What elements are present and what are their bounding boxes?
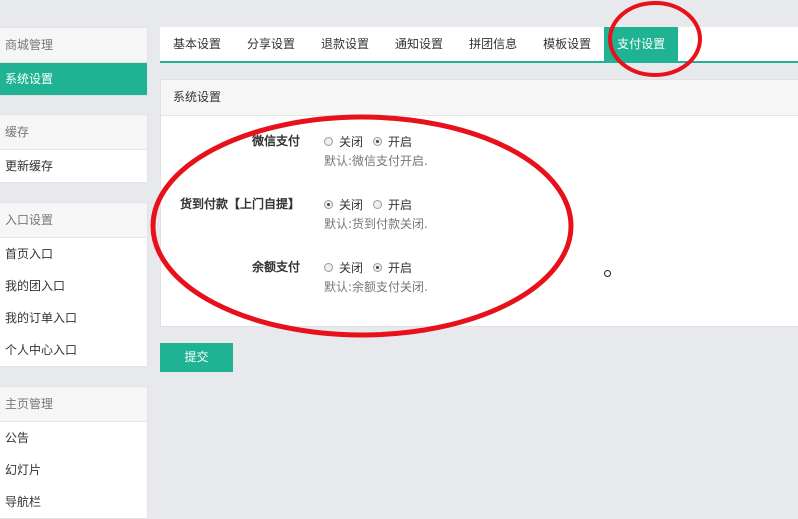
sidebar-group-home: 主页管理 公告 幻灯片 导航栏 (0, 386, 148, 519)
sidebar-item-my-group-entry[interactable]: 我的团入口 (0, 270, 147, 302)
radio-checked-icon[interactable] (373, 136, 383, 146)
setting-help-text: 默认:余额支付关闭. (324, 280, 428, 294)
radio-checked-icon[interactable] (324, 199, 333, 209)
tab-template-settings[interactable]: 模板设置 (530, 27, 604, 61)
radio-on[interactable]: 开启 (373, 259, 412, 276)
sidebar-group-title: 缓存 (0, 115, 147, 150)
mouse-cursor-icon (604, 270, 611, 277)
tab-payment-settings[interactable]: 支付设置 (604, 27, 679, 61)
sidebar-item-notice[interactable]: 公告 (0, 422, 147, 454)
sidebar: 商城管理 系统设置 缓存 更新缓存 入口设置 首页入口 我的团入口 我的订单入口… (0, 0, 148, 519)
panel-title: 系统设置 (161, 80, 798, 116)
radio-group: 关闭 开启 (324, 132, 422, 150)
tab-share-settings[interactable]: 分享设置 (234, 27, 308, 61)
sidebar-item-system-settings[interactable]: 系统设置 (0, 63, 147, 95)
settings-panel: 系统设置 微信支付 关闭 开启 默认:微信支付开启. 货到付款【上门自提】 关闭… (160, 79, 798, 327)
setting-help-text: 默认:货到付款关闭. (324, 217, 428, 231)
radio-circle-icon[interactable] (324, 136, 333, 146)
radio-off[interactable]: 关闭 (324, 133, 363, 150)
radio-label: 关闭 (339, 134, 364, 149)
sidebar-item-my-order-entry[interactable]: 我的订单入口 (0, 302, 147, 334)
radio-off[interactable]: 关闭 (324, 196, 363, 213)
tab-basic-settings[interactable]: 基本设置 (160, 27, 234, 61)
radio-label: 关闭 (339, 260, 364, 275)
radio-off[interactable]: 关闭 (324, 259, 363, 276)
setting-label: 货到付款【上门自提】 (180, 197, 301, 211)
radio-label: 开启 (388, 197, 413, 212)
tab-refund-settings[interactable]: 退款设置 (308, 27, 382, 61)
radio-label: 开启 (388, 260, 413, 275)
radio-group: 关闭 开启 (324, 195, 422, 213)
sidebar-item-update-cache[interactable]: 更新缓存 (0, 150, 147, 182)
radio-on[interactable]: 开启 (373, 133, 412, 150)
sidebar-group-title: 商城管理 (0, 28, 147, 63)
radio-group: 关闭 开启 (324, 258, 422, 276)
sidebar-group-mall: 商城管理 系统设置 (0, 27, 148, 96)
sidebar-group-title: 主页管理 (0, 387, 147, 422)
radio-circle-icon[interactable] (373, 199, 383, 209)
radio-checked-icon[interactable] (373, 262, 383, 272)
sidebar-group-entry: 入口设置 首页入口 我的团入口 我的订单入口 个人中心入口 (0, 202, 148, 367)
setting-label: 微信支付 (251, 134, 300, 148)
setting-help-text: 默认:微信支付开启. (324, 154, 428, 168)
sidebar-group-title: 入口设置 (0, 203, 147, 238)
sidebar-item-home-entry[interactable]: 首页入口 (0, 238, 147, 270)
setting-label: 余额支付 (251, 260, 300, 274)
radio-on[interactable]: 开启 (373, 196, 412, 213)
sidebar-group-cache: 缓存 更新缓存 (0, 114, 148, 183)
radio-label: 开启 (388, 134, 413, 149)
tab-group-info[interactable]: 拼团信息 (456, 27, 530, 61)
sidebar-item-navbar[interactable]: 导航栏 (0, 486, 147, 518)
tab-notify-settings[interactable]: 通知设置 (382, 27, 456, 61)
sidebar-item-personal-center-entry[interactable]: 个人中心入口 (0, 334, 147, 366)
radio-circle-icon[interactable] (324, 262, 333, 272)
radio-label: 关闭 (339, 197, 364, 212)
submit-button[interactable]: 提交 (160, 343, 233, 372)
sidebar-item-slideshow[interactable]: 幻灯片 (0, 454, 147, 486)
settings-tabs: 基本设置 分享设置 退款设置 通知设置 拼团信息 模板设置 支付设置 (160, 27, 798, 63)
